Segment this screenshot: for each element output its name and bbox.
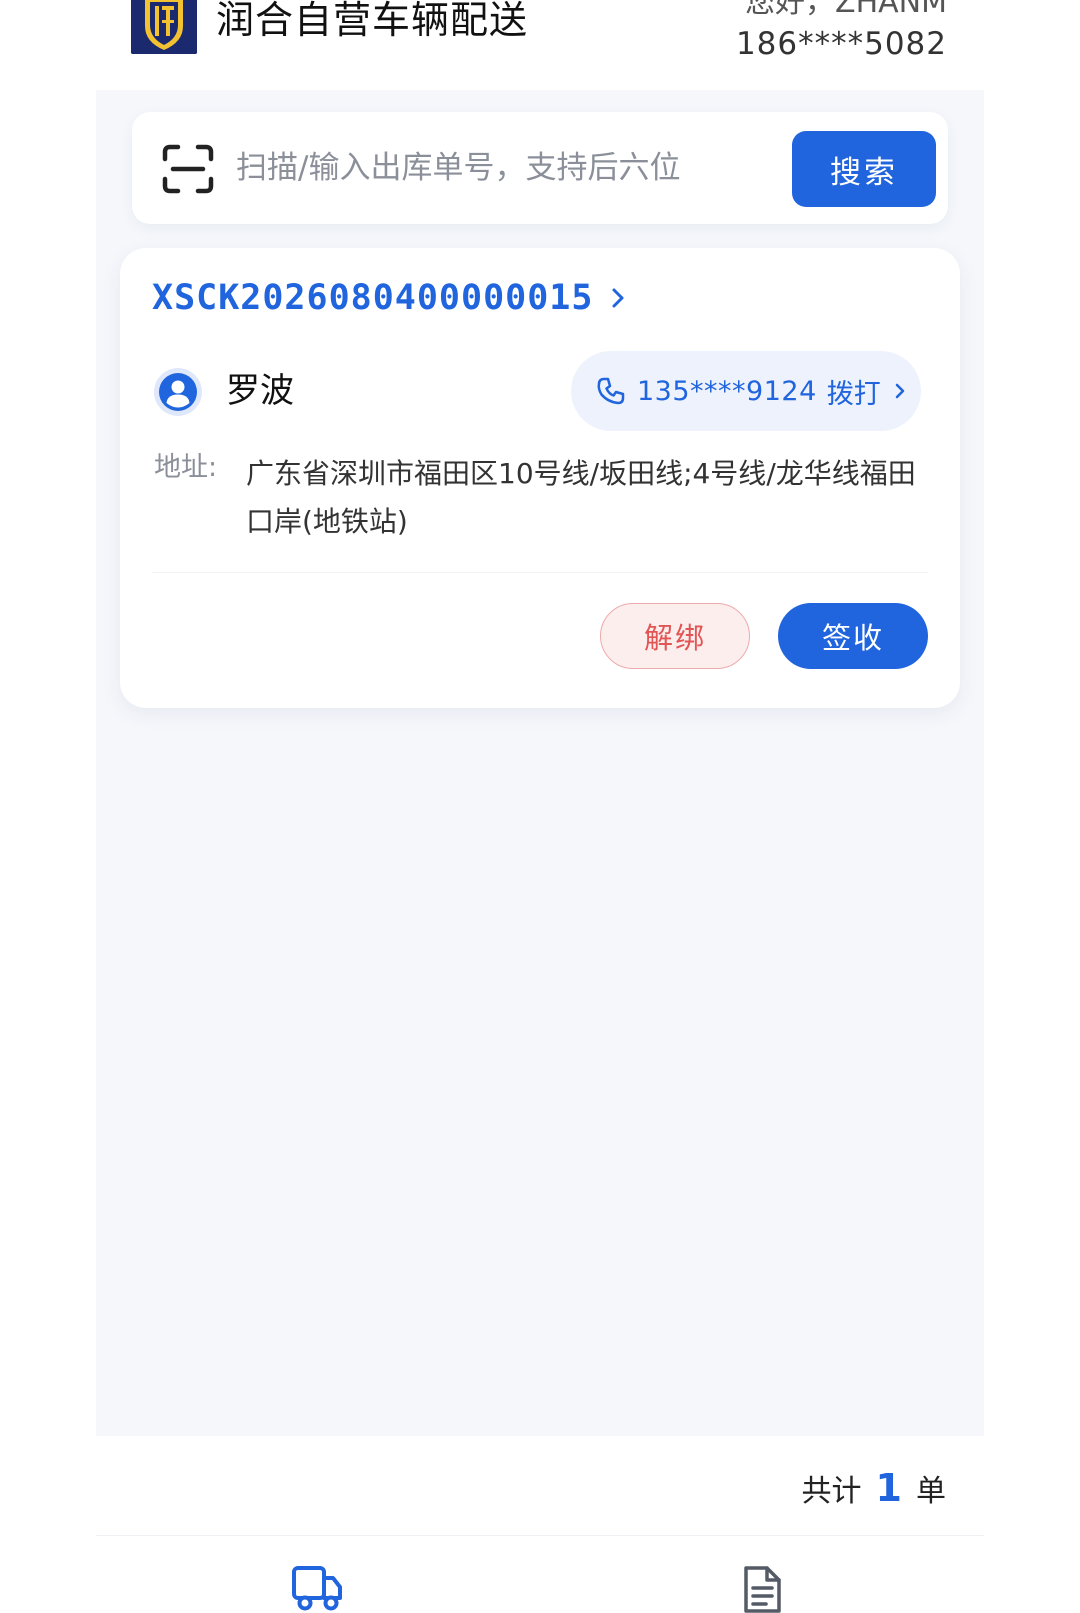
sign-button[interactable]: 签收 — [778, 603, 928, 669]
customer-avatar-icon — [154, 368, 202, 416]
chevron-right-icon — [612, 288, 624, 308]
phone-icon — [597, 377, 625, 405]
unbind-button[interactable]: 解绑 — [600, 603, 750, 669]
order-number-link[interactable]: XSCK2026080400000015 — [152, 278, 625, 318]
summary-prefix: 共计 — [801, 1474, 862, 1509]
document-icon — [744, 1566, 781, 1613]
main-content: 搜索 XSCK2026080400000015 罗波 135****9124 拨… — [96, 90, 984, 1436]
app-title: 润合自营车辆配送 — [216, 0, 529, 42]
tab-delivery[interactable] — [292, 1566, 342, 1613]
order-count-summary: 共计 1 单 — [802, 1466, 946, 1510]
app-header: 润合自营车辆配送 您好，ZHANM 186****5082 — [0, 0, 1080, 90]
tab-orders[interactable] — [742, 1566, 782, 1613]
summary-suffix: 单 — [916, 1474, 946, 1509]
summary-count: 1 — [875, 1466, 902, 1510]
order-number: XSCK2026080400000015 — [152, 278, 594, 318]
customer-name: 罗波 — [226, 371, 294, 411]
customer-phone: 135****9124 — [637, 375, 817, 407]
call-label: 拨打 — [826, 378, 881, 410]
order-card: XSCK2026080400000015 罗波 135****9124 拨打 地… — [120, 248, 960, 708]
truck-icon — [292, 1566, 342, 1611]
card-divider — [152, 572, 928, 573]
user-phone: 186****5082 — [735, 26, 947, 62]
address-label: 地址: — [154, 452, 218, 483]
search-input[interactable] — [236, 140, 736, 196]
user-greeting: 您好，ZHANM — [745, 0, 947, 20]
scan-icon[interactable] — [162, 144, 214, 194]
search-button[interactable]: 搜索 — [792, 131, 936, 207]
call-button[interactable]: 135****9124 拨打 — [571, 351, 921, 431]
bottom-nav-divider — [96, 1535, 984, 1536]
app-logo — [131, 0, 197, 54]
address-text: 广东省深圳市福田区10号线/坂田线;4号线/龙华线福田口岸(地铁站) — [246, 457, 916, 538]
chevron-right-icon — [895, 383, 904, 399]
search-bar: 搜索 — [132, 112, 948, 224]
